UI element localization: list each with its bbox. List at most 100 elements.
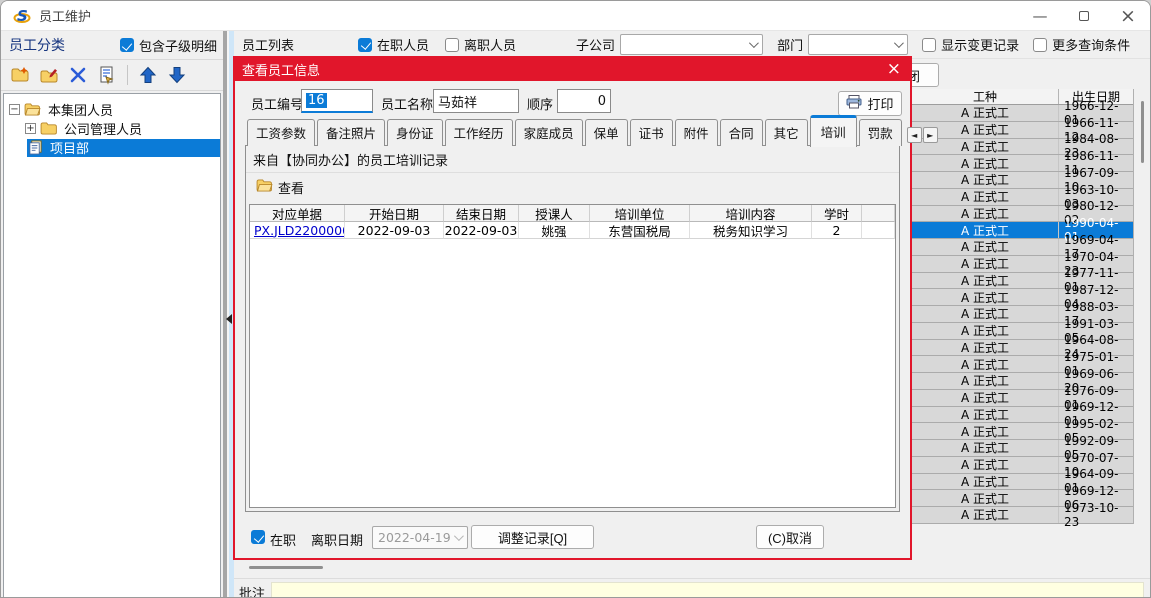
training-column-header[interactable]: 培训内容 xyxy=(690,205,812,222)
tab-scroll-right-icon[interactable]: ► xyxy=(923,127,938,143)
category-tree: − 本集团人员 + 公司管理人员 项目部 xyxy=(3,93,221,598)
tree-item-group[interactable]: − 本集团人员 xyxy=(4,100,220,119)
show-changes-label: 显示变更记录 xyxy=(941,35,1019,54)
tree-item-project[interactable]: 项目部 xyxy=(4,138,220,157)
collapse-expander-icon[interactable]: − xyxy=(9,104,20,115)
tab-罚款[interactable]: 罚款 xyxy=(859,119,902,146)
print-label: 打印 xyxy=(867,94,893,113)
cancel-button[interactable]: (C)取消 xyxy=(756,525,824,549)
minimize-button[interactable]: — xyxy=(1018,1,1062,30)
view-record-label: 查看 xyxy=(278,178,304,197)
tab-工资参数[interactable]: 工资参数 xyxy=(247,119,315,146)
new-category-icon[interactable] xyxy=(10,65,30,85)
comment-bar: 批注 xyxy=(234,578,1150,597)
tab-合同[interactable]: 合同 xyxy=(720,119,763,146)
comment-field[interactable] xyxy=(271,582,1144,598)
toolbar-separator xyxy=(127,65,128,85)
training-column-header[interactable]: 开始日期 xyxy=(345,205,444,222)
dialog-close-icon[interactable]: × xyxy=(887,61,901,78)
close-button[interactable]: × xyxy=(1106,1,1150,30)
active-employees-checkbox[interactable] xyxy=(358,38,372,52)
employee-name-input[interactable]: 马茹祥 xyxy=(433,89,519,113)
jobtype-cell: A 正式工 xyxy=(912,340,1059,356)
employee-row[interactable]: A 正式工1973-10-23 xyxy=(912,507,1133,524)
training-cell: 2022-09-03 xyxy=(345,222,444,239)
open-folder-icon xyxy=(256,179,273,196)
order-label: 顺序 xyxy=(527,94,553,113)
horizontal-scrollbar[interactable] xyxy=(249,566,323,569)
tab-其它[interactable]: 其它 xyxy=(765,119,808,146)
training-column-header[interactable]: 授课人 xyxy=(519,205,590,222)
training-row[interactable]: PX.JLD2200000022022-09-032022-09-03姚强东营国… xyxy=(250,222,895,239)
employee-name-value: 马茹祥 xyxy=(438,92,477,111)
training-cell: 2 xyxy=(812,222,862,239)
jobtype-cell: A 正式工 xyxy=(912,390,1059,406)
dialog-tab-strip: 工资参数备注照片身份证工作经历家庭成员保单证书附件合同其它培训罚款◄► xyxy=(247,122,898,146)
chevron-down-icon xyxy=(894,38,904,48)
training-source-note: 来自【协同办公】的员工培训记录 xyxy=(246,146,899,173)
employed-checkbox[interactable] xyxy=(251,530,265,544)
employee-grid: 工种 出生日期 A 正式工1966-12-01A 正式工1966-11-12A … xyxy=(912,89,1134,524)
training-doc-link[interactable]: PX.JLD220000002 xyxy=(250,222,345,239)
folder-icon xyxy=(40,122,57,135)
resigned-employees-checkbox[interactable] xyxy=(445,38,459,52)
training-column-header[interactable]: 培训单位 xyxy=(590,205,690,222)
print-button[interactable]: 打印 xyxy=(838,91,902,116)
employed-label: 在职 xyxy=(270,530,296,549)
maximize-button[interactable] xyxy=(1062,1,1106,30)
include-children-checkbox[interactable] xyxy=(120,38,134,52)
tab-工作经历[interactable]: 工作经历 xyxy=(445,119,513,146)
maximize-icon xyxy=(1079,11,1089,21)
jobtype-cell: A 正式工 xyxy=(912,407,1059,423)
training-column-header[interactable]: 对应单据 xyxy=(250,205,345,222)
resign-date-select[interactable]: 2022-04-19 xyxy=(372,526,468,549)
adjust-record-button[interactable]: 调整记录[Q] xyxy=(471,525,594,549)
jobtype-cell: A 正式工 xyxy=(912,474,1059,490)
tab-附件[interactable]: 附件 xyxy=(675,119,718,146)
employee-grid-body: A 正式工1966-12-01A 正式工1966-11-12A 正式工1984-… xyxy=(912,105,1133,524)
vertical-scrollbar[interactable] xyxy=(1141,101,1144,163)
jobtype-cell: A 正式工 xyxy=(912,457,1059,473)
subsidiary-select[interactable] xyxy=(620,34,763,55)
jobtype-cell: A 正式工 xyxy=(912,256,1059,272)
show-changes-checkbox[interactable] xyxy=(922,38,936,52)
resign-date-label: 离职日期 xyxy=(311,530,363,549)
employee-no-input[interactable]: 16 xyxy=(301,89,373,113)
more-filters-checkbox[interactable] xyxy=(1033,38,1047,52)
tab-scroll-left-icon[interactable]: ◄ xyxy=(907,127,922,143)
view-record-button[interactable]: 查看 xyxy=(252,176,308,199)
collapse-panel-icon[interactable] xyxy=(226,314,232,324)
move-down-icon[interactable] xyxy=(167,65,187,85)
move-record-icon[interactable] xyxy=(97,65,117,85)
tab-身份证[interactable]: 身份证 xyxy=(387,119,443,146)
order-input[interactable]: 0 xyxy=(557,89,611,113)
jobtype-cell: A 正式工 xyxy=(912,373,1059,389)
edit-category-icon[interactable] xyxy=(39,65,59,85)
svg-text:S: S xyxy=(17,7,28,25)
training-column-header[interactable]: 学时 xyxy=(812,205,862,222)
tree-item-label: 公司管理人员 xyxy=(61,118,145,139)
jobtype-cell: A 正式工 xyxy=(912,222,1059,238)
expand-expander-icon[interactable]: + xyxy=(25,123,36,134)
report-icon xyxy=(28,140,43,155)
jobtype-cell: A 正式工 xyxy=(912,440,1059,456)
move-up-icon[interactable] xyxy=(138,65,158,85)
department-select[interactable] xyxy=(808,34,908,55)
jobtype-cell: A 正式工 xyxy=(912,289,1059,305)
dialog-fields: 员工编号* 16 员工名称* 马茹祥 顺序 0 xyxy=(235,89,910,115)
training-column-header[interactable]: 结束日期 xyxy=(444,205,519,222)
tab-备注照片[interactable]: 备注照片 xyxy=(317,119,385,146)
training-cell: 税务知识学习 xyxy=(690,222,812,239)
delete-category-icon[interactable] xyxy=(68,65,88,85)
tab-培训[interactable]: 培训 xyxy=(810,115,857,147)
tab-证书[interactable]: 证书 xyxy=(630,119,673,146)
tab-家庭成员[interactable]: 家庭成员 xyxy=(515,119,583,146)
training-cell: 姚强 xyxy=(519,222,590,239)
chevron-down-icon xyxy=(749,38,759,48)
tree-item-management[interactable]: + 公司管理人员 xyxy=(4,119,220,138)
sidebar-title: 员工分类 xyxy=(9,35,65,55)
training-column-header[interactable] xyxy=(862,205,895,222)
jobtype-cell: A 正式工 xyxy=(912,155,1059,171)
column-header-jobtype[interactable]: 工种 xyxy=(912,89,1059,104)
tab-保单[interactable]: 保单 xyxy=(585,119,628,146)
